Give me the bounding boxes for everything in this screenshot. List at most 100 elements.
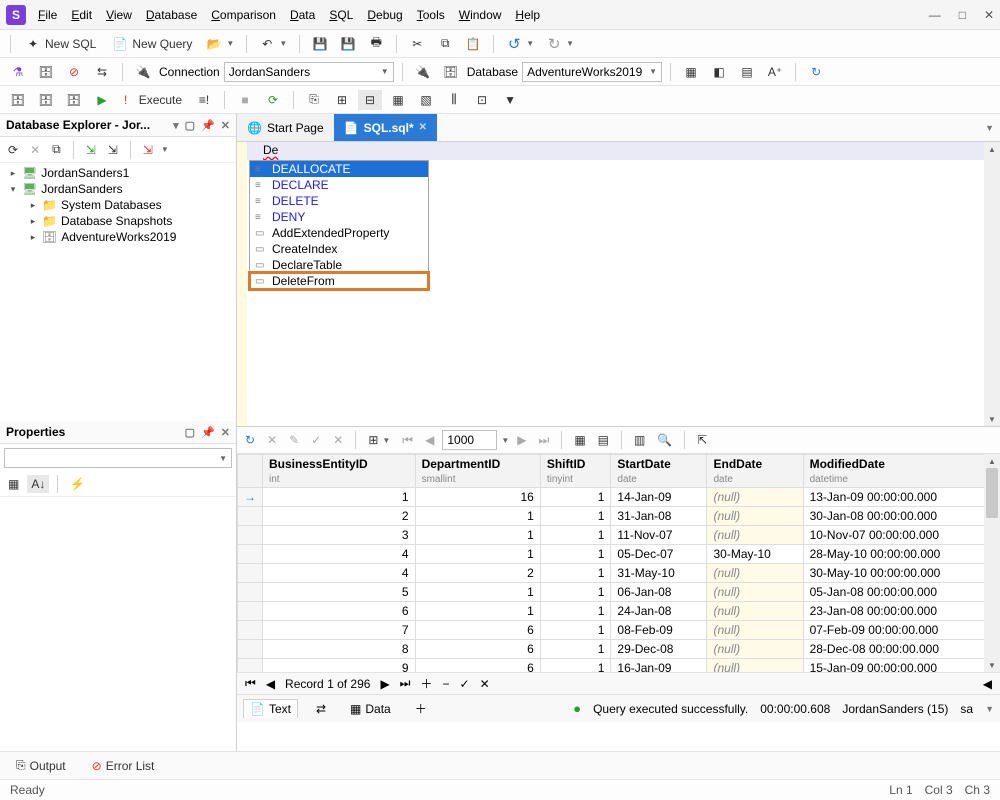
maximize-button[interactable]: □	[959, 8, 966, 22]
tool-1[interactable]: ⎘	[302, 90, 326, 110]
open-button[interactable]: 📂▼	[202, 34, 238, 54]
tree-copy-button[interactable]: ⧉	[48, 140, 65, 159]
execute-button[interactable]: ! Execute	[118, 91, 188, 109]
tab-sql-file[interactable]: 📄SQL.sql*✕	[334, 114, 437, 141]
props-sort-button[interactable]: A↓	[27, 475, 49, 493]
panel-dropdown-icon[interactable]: ▾	[173, 119, 179, 132]
nav-next-button[interactable]: ▶	[380, 677, 389, 691]
ac-item-delete[interactable]: ≡DELETE	[250, 193, 428, 209]
results-refresh-button[interactable]: ↻	[241, 431, 259, 449]
table-row[interactable]: →116114-Jan-09(null)13-Jan-09 00:00:00.0…	[238, 488, 1000, 507]
nav-apply-button[interactable]: ✓	[460, 677, 470, 691]
save-all-button[interactable]: 💾	[336, 34, 360, 54]
view-pivot-button[interactable]: ▥	[630, 431, 649, 449]
pager-input[interactable]	[442, 430, 497, 450]
refresh-button[interactable]: ↻	[804, 62, 828, 82]
result-tab-data[interactable]: ▦Data	[344, 700, 397, 718]
text-size-button[interactable]: A⁺	[763, 62, 787, 82]
execute-to-cursor-button[interactable]: ≡!	[192, 90, 216, 110]
tool-7[interactable]: ⊡	[470, 90, 494, 110]
error-list-tab[interactable]: ⊘Error List	[86, 757, 161, 775]
result-tab-add[interactable]: ＋	[409, 698, 433, 719]
results-revert-button[interactable]: ✕	[329, 431, 347, 449]
panel-pin-icon[interactable]: 📌	[201, 119, 215, 132]
results-grid[interactable]: BusinessEntityIDintDepartmentIDsmallintS…	[237, 454, 1000, 672]
view-card-button[interactable]: ▤	[594, 431, 613, 449]
stop-connection-button[interactable]: ⊘	[62, 62, 86, 82]
props-events-button[interactable]: ⚡	[66, 475, 89, 493]
tab-start-page[interactable]: 🌐Start Page	[237, 114, 334, 141]
tool-4[interactable]: ▦	[386, 90, 410, 110]
hscroll-left-icon[interactable]: ◀	[983, 677, 992, 691]
tree-filter-3[interactable]: ⇲	[139, 141, 157, 159]
tab-close-icon[interactable]: ✕	[419, 122, 427, 133]
db-icon-2[interactable]: 🗄	[34, 90, 58, 110]
menu-help[interactable]: Help	[509, 6, 546, 24]
results-cancel-button[interactable]: ✕	[263, 431, 281, 449]
editor-scrollbar[interactable]: ▲▼	[984, 142, 1000, 426]
connection-combo[interactable]: JordanSanders▼	[224, 62, 394, 82]
toggle-button[interactable]: ⇆	[90, 62, 114, 82]
menu-view[interactable]: View	[100, 6, 138, 24]
ac-item-deallocate[interactable]: ≡DEALLOCATE	[250, 161, 428, 177]
menu-data[interactable]: Data	[284, 6, 321, 24]
nav-remove-button[interactable]: −	[443, 677, 450, 691]
cut-button[interactable]: ✂	[405, 34, 429, 54]
flask-button[interactable]: ⚗	[6, 62, 30, 82]
menu-file[interactable]: File	[32, 6, 63, 24]
tool-2[interactable]: ⊞	[330, 90, 354, 110]
pager-mode-button[interactable]: ⊞▼	[364, 431, 394, 449]
table-row[interactable]: 86129-Dec-08(null)28-Dec-08 00:00:00.000	[238, 640, 1000, 659]
print-button[interactable]: 🖶	[364, 34, 388, 54]
nav-cancel-button[interactable]: ✕	[480, 677, 490, 691]
menu-edit[interactable]: Edit	[65, 6, 98, 24]
db-select-button-2[interactable]: 🗄	[439, 62, 463, 82]
props-pin-icon[interactable]: 📌	[201, 426, 215, 439]
nav-last-button[interactable]: ⏭	[400, 676, 411, 691]
column-header[interactable]: DepartmentIDsmallint	[415, 455, 540, 488]
column-header[interactable]: ShiftIDtinyint	[540, 455, 611, 488]
menu-debug[interactable]: Debug	[361, 6, 408, 24]
table-row[interactable]: 42131-May-10(null)30-May-10 00:00:00.000	[238, 564, 1000, 583]
pager-prev-button[interactable]: ◀	[421, 431, 438, 449]
ac-item-addextendedproperty[interactable]: ▭AddExtendedProperty	[250, 225, 428, 241]
nav-add-button[interactable]: ＋	[420, 675, 432, 692]
reconnect-button[interactable]: ⟳	[261, 90, 285, 110]
grid-button-2[interactable]: ◧	[707, 62, 731, 82]
grid-button-1[interactable]: ▦	[679, 62, 703, 82]
pager-next-button[interactable]: ▶	[513, 431, 530, 449]
tree-filter-1[interactable]: ⇲	[82, 141, 100, 159]
tree-database-snapshots[interactable]: ▸📁Database Snapshots	[0, 213, 236, 229]
close-button[interactable]: ✕	[984, 8, 994, 22]
undo-button[interactable]: ↺▼	[502, 34, 538, 54]
column-header[interactable]: ModifiedDatedatetime	[803, 455, 999, 488]
ac-item-declaretable[interactable]: ▭DeclareTable	[250, 257, 428, 273]
save-button[interactable]: 💾	[308, 34, 332, 54]
tab-overflow-icon[interactable]: ▼	[979, 123, 1000, 133]
ac-item-createindex[interactable]: ▭CreateIndex	[250, 241, 428, 257]
db-refresh-button[interactable]: 🗄	[34, 62, 58, 82]
tool-8[interactable]: ▼	[498, 90, 522, 110]
results-commit-button[interactable]: ✎	[285, 431, 303, 449]
tree-system-databases[interactable]: ▸📁System Databases	[0, 197, 236, 213]
props-cat-button[interactable]: ▦	[4, 475, 23, 493]
properties-combo[interactable]: ▼	[4, 448, 232, 468]
ac-item-deletefrom[interactable]: ▭DeleteFrom	[250, 273, 428, 289]
menu-tools[interactable]: Tools	[411, 6, 451, 24]
ac-item-deny[interactable]: ≡DENY	[250, 209, 428, 225]
result-tab-transpose[interactable]: ⇄	[310, 700, 332, 718]
connect-button[interactable]: 🔌	[131, 62, 155, 82]
panel-maximize-icon[interactable]: ▢	[185, 119, 195, 132]
redo-button[interactable]: ↻▼	[542, 34, 578, 54]
new-query-button[interactable]: 📄New Query	[106, 34, 198, 54]
nav-prev-button[interactable]: ◀	[266, 677, 275, 691]
paste-button[interactable]: 📋	[461, 34, 485, 54]
view-export-button[interactable]: ⇱	[693, 431, 711, 449]
tree-refresh-button[interactable]: ⟳	[4, 141, 22, 159]
table-row[interactable]: 61124-Jan-08(null)23-Jan-08 00:00:00.000	[238, 602, 1000, 621]
menu-window[interactable]: Window	[453, 6, 508, 24]
table-row[interactable]: 76108-Feb-09(null)07-Feb-09 00:00:00.000	[238, 621, 1000, 640]
tree-server-2[interactable]: ▾🖥JordanSanders	[0, 181, 236, 197]
history-back-button[interactable]: ↶▼	[255, 34, 291, 54]
props-close-icon[interactable]: ✕	[221, 426, 230, 439]
